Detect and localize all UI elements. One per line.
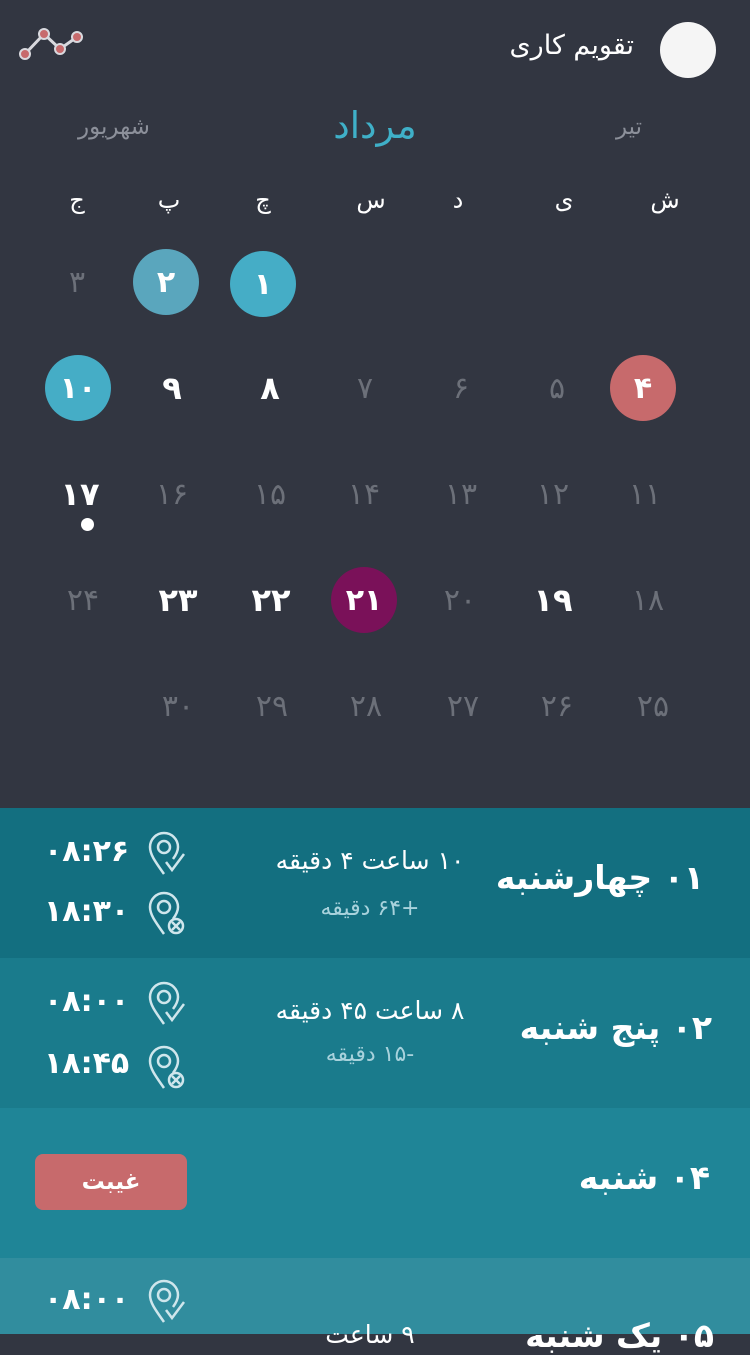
list-item[interactable]: ۰۱ چهارشنبه ۱۰ ساعت ۴ دقیقه +۶۴ دقیقه ۰۸…: [0, 808, 750, 958]
calendar-day[interactable]: ۱۸: [615, 567, 681, 633]
calendar-day[interactable]: ۲۳: [145, 567, 211, 633]
calendar-day[interactable]: ۱۲: [520, 461, 586, 527]
check-in-time: ۰۸:۲۶: [44, 834, 130, 869]
location-check-icon: [146, 1278, 188, 1330]
location-check-icon: [146, 830, 188, 882]
list-item[interactable]: ۰۵ یک شنبه ۹ ساعت ۰۸:۰۰: [0, 1258, 750, 1355]
calendar-day[interactable]: ۱۰: [45, 355, 111, 421]
calendar-day[interactable]: ۱۳: [428, 461, 494, 527]
entry-day-label: ۰۵ یک شنبه: [525, 1316, 714, 1355]
weekday-label: ی: [554, 186, 574, 214]
calendar-day[interactable]: ۱۶: [139, 461, 205, 527]
check-in-time: ۰۸:۰۰: [44, 1282, 130, 1317]
weekday-label: چ: [255, 186, 271, 214]
avatar[interactable]: [660, 22, 716, 78]
next-month-tab[interactable]: شهریور: [78, 114, 150, 140]
app-header: تقویم کاری: [0, 0, 750, 100]
calendar-day[interactable]: ۱۵: [237, 461, 303, 527]
stats-chart-icon[interactable]: [16, 24, 86, 68]
calendar-day[interactable]: ۵: [524, 355, 590, 421]
calendar-day[interactable]: ۱۱: [612, 461, 678, 527]
entry-difference: -۱۵ دقیقه: [325, 1042, 415, 1067]
entry-duration: ۹ ساعت: [325, 1320, 415, 1349]
entry-day-label: ۰۲ پنج شنبه: [519, 1008, 712, 1047]
calendar-day[interactable]: ۲۰: [427, 567, 493, 633]
calendar-day[interactable]: ۲۲: [238, 567, 304, 633]
list-item[interactable]: ۰۲ پنج شنبه ۸ ساعت ۴۵ دقیقه -۱۵ دقیقه ۰۸…: [0, 958, 750, 1108]
check-in-time: ۰۸:۰۰: [44, 984, 130, 1019]
entry-difference: +۶۴ دقیقه: [320, 896, 420, 921]
weekday-label: د: [452, 186, 464, 214]
calendar-day[interactable]: ۹: [139, 355, 205, 421]
app-title: تقویم کاری: [509, 30, 634, 61]
calendar-day[interactable]: ۲: [133, 249, 199, 315]
weekday-label: پ: [157, 186, 181, 214]
month-switcher: تیر مرداد شهریور: [0, 100, 750, 170]
attendance-list: ۰۱ چهارشنبه ۱۰ ساعت ۴ دقیقه +۶۴ دقیقه ۰۸…: [0, 808, 750, 1355]
list-item[interactable]: ۰۴ شنبه غیبت: [0, 1108, 750, 1258]
calendar-day[interactable]: ۱: [230, 251, 296, 317]
calendar-day[interactable]: ۲۹: [239, 673, 305, 739]
entry-duration: ۱۰ ساعت ۴ دقیقه: [275, 846, 465, 875]
calendar-day[interactable]: ۴: [610, 355, 676, 421]
weekday-header: ش ی د س چ پ ج: [0, 186, 750, 226]
location-cancel-icon: [146, 1044, 188, 1096]
absent-badge: غیبت: [35, 1154, 187, 1210]
calendar-day[interactable]: ۲۵: [620, 673, 686, 739]
calendar-day[interactable]: ۲۶: [524, 673, 590, 739]
check-out-time: ۱۸:۴۵: [44, 1046, 130, 1081]
calendar-day[interactable]: ۱۴: [331, 461, 397, 527]
location-check-icon: [146, 980, 188, 1032]
calendar-day[interactable]: ۲۴: [50, 567, 116, 633]
check-out-time: ۱۸:۳۰: [44, 894, 130, 929]
calendar-day[interactable]: ۳: [44, 249, 110, 315]
entry-duration: ۸ ساعت ۴۵ دقیقه: [275, 996, 465, 1025]
today-indicator-dot: [81, 518, 94, 531]
weekday-label: ش: [650, 186, 680, 214]
calendar-day[interactable]: ۲۸: [333, 673, 399, 739]
location-cancel-icon: [146, 890, 188, 942]
calendar-day[interactable]: ۱۹: [520, 567, 586, 633]
entry-day-label: ۰۴ شنبه: [578, 1158, 710, 1197]
calendar-day[interactable]: ۶: [428, 355, 494, 421]
calendar-day[interactable]: ۳۰: [145, 673, 211, 739]
calendar-day[interactable]: ۲۷: [430, 673, 496, 739]
calendar-day-today[interactable]: ۱۷: [47, 461, 113, 527]
calendar-day[interactable]: ۲۱: [331, 567, 397, 633]
calendar-day[interactable]: ۷: [332, 355, 398, 421]
calendar-grid: ۱ ۲ ۳ ۴ ۵ ۶ ۷ ۸ ۹ ۱۰ ۱۱ ۱۲ ۱۳ ۱۴ ۱۵ ۱۶ ۱…: [0, 230, 750, 750]
calendar-day[interactable]: ۸: [237, 355, 303, 421]
weekday-label: ج: [69, 186, 85, 214]
weekday-label: س: [356, 186, 386, 214]
